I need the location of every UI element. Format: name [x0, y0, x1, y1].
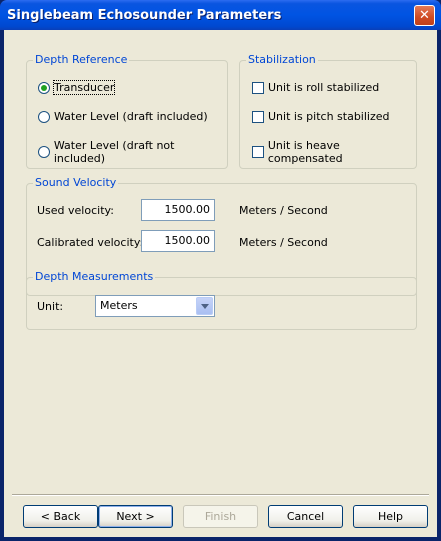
depth-reference-legend: Depth Reference: [33, 53, 130, 66]
checkbox-pitch-label: Unit is pitch stabilized: [268, 110, 390, 123]
close-button[interactable]: ✕: [414, 5, 435, 26]
checkbox-heave-compensated[interactable]: Unit is heave compensated: [252, 139, 416, 165]
radio-transducer-label: Transducer: [52, 80, 116, 95]
cancel-button[interactable]: Cancel: [268, 505, 343, 528]
unit-select-value: Meters: [100, 299, 138, 312]
unit-select[interactable]: Meters: [95, 295, 215, 317]
used-velocity-unit: Meters / Second: [239, 204, 328, 217]
radio-unchecked-icon: [38, 110, 50, 123]
finish-button[interactable]: Finish: [183, 505, 258, 528]
dialog-window: Singlebeam Echosounder Parameters ✕ Dept…: [0, 0, 441, 541]
checkbox-icon: [252, 110, 264, 123]
next-button[interactable]: Next >: [98, 505, 173, 528]
radio-transducer[interactable]: Transducer: [38, 80, 116, 95]
checkbox-roll-label: Unit is roll stabilized: [268, 81, 380, 94]
chevron-down-icon[interactable]: [196, 297, 213, 315]
help-button[interactable]: Help: [353, 505, 428, 528]
radio-water-level-draft-not-included[interactable]: Water Level (draft not included): [38, 139, 227, 165]
depth-measurements-group: Depth Measurements Unit: Meters: [26, 270, 417, 330]
calibrated-velocity-unit: Meters / Second: [239, 236, 328, 249]
calibrated-velocity-input[interactable]: 1500.00: [141, 230, 215, 252]
button-separator: [12, 494, 429, 496]
unit-label: Unit:: [37, 300, 64, 313]
depth-measurements-legend: Depth Measurements: [33, 270, 156, 283]
dialog-body: Depth Reference Transducer Water Level (…: [4, 30, 437, 537]
title-bar[interactable]: Singlebeam Echosounder Parameters ✕: [0, 0, 441, 30]
checkbox-icon: [252, 146, 264, 158]
back-button[interactable]: < Back: [23, 505, 98, 528]
close-icon: ✕: [419, 8, 430, 23]
depth-reference-group: Depth Reference Transducer Water Level (…: [26, 53, 228, 169]
used-velocity-label: Used velocity:: [37, 204, 114, 217]
window-title: Singlebeam Echosounder Parameters: [7, 8, 282, 23]
radio-water-level-draft-not-included-label: Water Level (draft not included): [53, 139, 175, 165]
used-velocity-input[interactable]: 1500.00: [141, 199, 215, 221]
checkbox-roll-stabilized[interactable]: Unit is roll stabilized: [252, 81, 379, 94]
checkbox-pitch-stabilized[interactable]: Unit is pitch stabilized: [252, 110, 390, 123]
checkbox-icon: [252, 81, 264, 94]
radio-unchecked-icon: [38, 146, 50, 158]
stabilization-group: Stabilization Unit is roll stabilized Un…: [239, 53, 417, 169]
stabilization-legend: Stabilization: [246, 53, 318, 66]
radio-checked-icon: [38, 81, 50, 94]
sound-velocity-legend: Sound Velocity: [33, 176, 119, 189]
calibrated-velocity-label: Calibrated velocity:: [37, 236, 144, 249]
checkbox-heave-label: Unit is heave compensated: [267, 139, 343, 165]
radio-water-level-draft-included-label: Water Level (draft included): [54, 110, 208, 123]
radio-water-level-draft-included[interactable]: Water Level (draft included): [38, 110, 208, 123]
